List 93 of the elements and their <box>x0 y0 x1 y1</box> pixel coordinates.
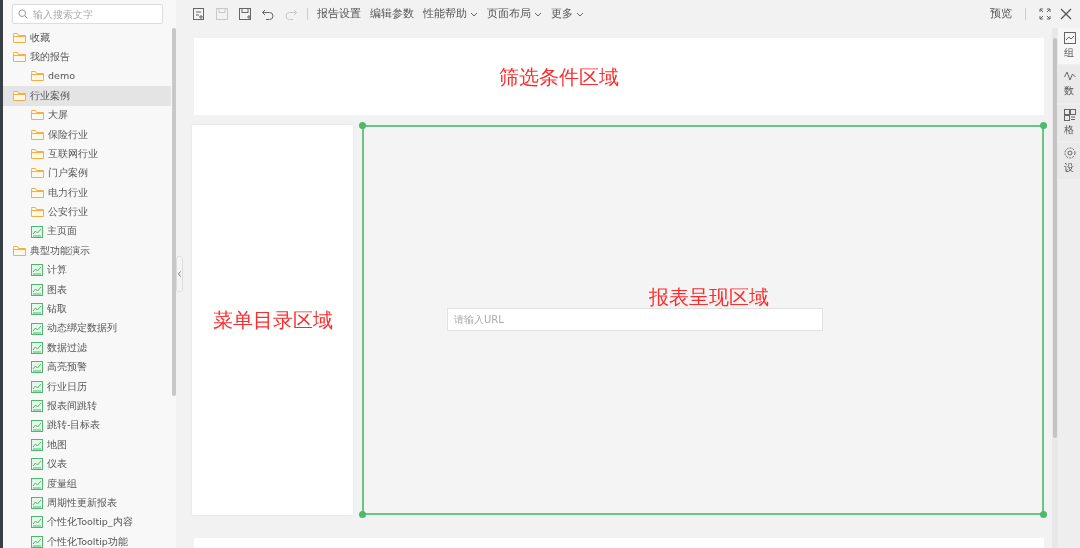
chart-icon <box>31 497 43 510</box>
folder-icon <box>31 148 44 161</box>
save-icon <box>215 7 229 21</box>
line-graph-icon <box>1064 70 1076 83</box>
preview-button[interactable]: 预览 <box>990 5 1012 23</box>
tree-item[interactable]: 大屏 <box>3 105 171 125</box>
tree-item[interactable]: 收藏 <box>3 28 171 48</box>
chart-icon <box>31 264 43 277</box>
folder-icon <box>31 128 44 141</box>
url-input-field[interactable]: 请输入URL <box>447 308 823 331</box>
side-tab[interactable]: 设 <box>1058 142 1080 179</box>
chart-icon <box>31 361 43 374</box>
collapse-handle-icon[interactable] <box>176 256 183 292</box>
settings-icon <box>1064 146 1076 159</box>
caret-icon <box>576 10 584 18</box>
save-as-icon <box>238 7 252 21</box>
folder-icon <box>31 186 44 199</box>
chart-icon <box>31 303 43 316</box>
chart-icon <box>31 419 43 432</box>
chart-icon <box>1064 32 1076 44</box>
menu-button[interactable]: 报告设置 <box>317 5 361 23</box>
area-label: 菜单目录区域 <box>212 307 333 334</box>
tree-item[interactable]: 行业日历 <box>3 377 171 397</box>
tree-item[interactable]: 钻取 <box>3 299 171 319</box>
side-tab[interactable]: 组 <box>1058 28 1080 65</box>
tree-item[interactable]: 我的报告 <box>3 47 171 67</box>
scrollbar[interactable] <box>172 28 176 396</box>
chart-icon <box>31 516 43 529</box>
tree-item[interactable]: 图表 <box>3 280 171 300</box>
side-tab[interactable]: 格 <box>1058 104 1080 141</box>
chart-icon <box>31 477 43 490</box>
tree-item[interactable]: 门户案例 <box>3 163 171 184</box>
chart-icon <box>31 400 43 413</box>
close-icon[interactable] <box>1060 8 1072 20</box>
tree-item[interactable]: 个性化Tooltip_内容 <box>3 512 171 533</box>
resize-handle[interactable] <box>359 122 366 129</box>
folder-icon <box>31 206 44 219</box>
tree-item[interactable]: 地图 <box>3 435 171 455</box>
menu-dropdown[interactable]: 更多 <box>551 5 584 23</box>
tree-item[interactable]: 互联网行业 <box>3 144 171 164</box>
tree-item[interactable]: 报表间跳转 <box>3 396 171 416</box>
area-label: 报表呈现区域 <box>649 284 769 311</box>
tree-item[interactable]: 周期性更新报表 <box>3 493 171 513</box>
resize-handle[interactable] <box>359 511 366 518</box>
redo-icon <box>284 7 298 21</box>
grid-icon <box>1064 108 1076 121</box>
tree-item[interactable]: 电力行业 <box>3 183 171 203</box>
chart-icon <box>31 380 43 393</box>
scrollbar[interactable] <box>1053 38 1057 438</box>
caret-icon <box>470 10 478 18</box>
undo-icon <box>261 7 275 21</box>
menu-dropdown[interactable]: 页面布局 <box>487 5 542 23</box>
folder-icon <box>31 167 44 180</box>
resize-handle[interactable] <box>1040 122 1047 129</box>
new-file-button[interactable] <box>192 7 206 21</box>
caret-icon <box>534 10 542 18</box>
new-file-icon <box>192 7 206 21</box>
folder-icon <box>13 31 26 44</box>
area-label: 筛选条件区域 <box>499 63 619 91</box>
chart-icon <box>31 322 43 335</box>
folder-icon <box>13 245 26 257</box>
tree-item[interactable]: 高亮预警 <box>3 357 171 378</box>
tree-item[interactable]: 数据过滤 <box>3 338 171 358</box>
tree-item[interactable]: 主页面 <box>3 221 171 242</box>
tree-item[interactable]: 计算 <box>3 260 171 281</box>
side-tab[interactable]: 数 <box>1058 66 1080 103</box>
search-field[interactable]: 输入搜索文字 <box>12 4 163 24</box>
undo-button[interactable] <box>261 7 275 21</box>
folder-icon <box>13 89 26 102</box>
fullscreen-icon[interactable] <box>1039 8 1051 20</box>
tree-item[interactable]: 仪表 <box>3 454 171 474</box>
tree-item[interactable]: 度量组 <box>3 474 171 494</box>
chart-icon <box>31 225 43 238</box>
folder-icon <box>13 51 26 64</box>
tree-item[interactable]: 跳转-目标表 <box>3 415 171 436</box>
chart-icon <box>31 341 43 354</box>
tree-item[interactable]: 行业案例 <box>3 86 171 106</box>
resize-handle[interactable] <box>1040 511 1047 518</box>
chart-icon <box>31 458 43 471</box>
tree-item[interactable]: 个性化Tooltip功能 <box>3 532 171 548</box>
tree-item[interactable]: 公安行业 <box>3 202 171 222</box>
tree-item[interactable]: 动态绑定数据列 <box>3 318 171 339</box>
tree-item[interactable]: 保险行业 <box>3 124 171 145</box>
tree-item[interactable]: demo <box>3 66 171 87</box>
chart-icon <box>31 283 43 296</box>
chart-icon <box>31 438 43 451</box>
save-as-button[interactable] <box>238 7 252 21</box>
menu-dropdown[interactable]: 性能帮助 <box>423 5 478 23</box>
folder-icon <box>31 109 44 122</box>
chart-icon <box>31 535 43 548</box>
tree-item[interactable]: 典型功能演示 <box>3 241 171 261</box>
menu-button[interactable]: 编辑参数 <box>370 5 414 23</box>
folder-icon <box>31 70 44 83</box>
